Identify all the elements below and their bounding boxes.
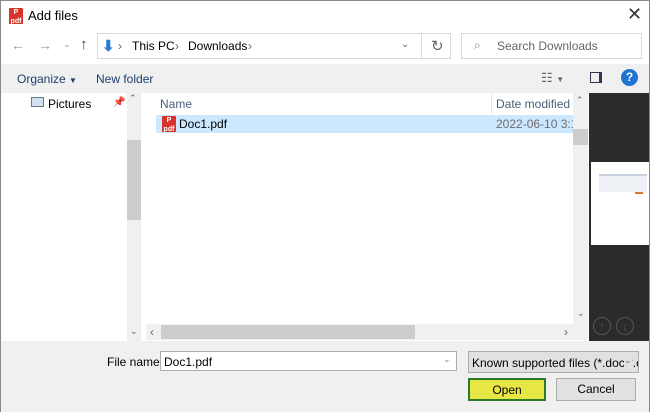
new-folder-button[interactable]: New folder (96, 72, 153, 86)
preview-page-thumbnail (591, 162, 649, 245)
dropdown-icon: ▼ (69, 76, 77, 85)
pdf-file-icon: Ppdf (162, 116, 176, 133)
toolbar: Organize ▼ New folder ☷ ▼ ? (1, 64, 649, 93)
breadcrumb-chevron-icon: › (118, 39, 122, 53)
column-header-date[interactable]: Date modified (496, 97, 570, 111)
open-button[interactable]: Open (468, 378, 546, 401)
search-input[interactable]: ⌕ Search Downloads (461, 33, 642, 59)
refresh-icon[interactable]: ↻ (431, 37, 444, 55)
search-placeholder: Search Downloads (497, 39, 598, 53)
cancel-button[interactable]: Cancel (556, 378, 636, 401)
organize-label: Organize (17, 72, 66, 86)
organize-button[interactable]: Organize ▼ (17, 72, 77, 86)
preview-pane-icon[interactable] (590, 72, 602, 83)
forward-icon[interactable]: → (38, 37, 52, 53)
view-options-icon[interactable]: ☷ ▼ (541, 70, 564, 86)
file-name-input[interactable]: Doc1.pdf ⌄ (160, 351, 457, 371)
next-page-icon[interactable]: ↓ (616, 317, 634, 335)
up-icon[interactable]: ↑ (80, 36, 88, 53)
breadcrumb-chevron-icon[interactable]: › (248, 39, 252, 53)
divider (421, 34, 422, 58)
prev-page-icon[interactable]: ↑ (593, 317, 611, 335)
divider (491, 93, 492, 114)
address-dropdown-icon[interactable]: ⌄ (401, 39, 409, 50)
recent-chevron-icon[interactable]: ⌄ (63, 39, 71, 50)
file-type-select[interactable]: Known supported files (*.doc *.c ⌄ (468, 351, 639, 373)
scroll-up-icon[interactable]: ⌃ (129, 93, 137, 104)
downloads-icon: ⬇ (102, 38, 115, 55)
search-icon: ⌕ (474, 38, 481, 52)
breadcrumb-chevron-icon: › (175, 39, 179, 53)
file-name-value: Doc1.pdf (164, 355, 213, 369)
scrollbar-thumb[interactable] (573, 129, 588, 145)
pictures-icon (31, 97, 44, 107)
scrollbar-thumb[interactable] (127, 140, 141, 220)
app-pdf-icon: Ppdf (9, 8, 23, 25)
scroll-up-icon[interactable]: ⌃ (576, 95, 584, 106)
scrollbar-thumb[interactable] (161, 325, 415, 339)
file-list-hscrollbar[interactable]: ‹ › (146, 324, 588, 340)
file-type-value: Known supported files (*.doc *.c (472, 356, 639, 370)
dropdown-icon: ⌄ (624, 355, 632, 366)
file-name: Doc1.pdf (179, 117, 228, 131)
scroll-right-icon[interactable]: › (564, 325, 568, 339)
close-icon[interactable]: ✕ (627, 4, 642, 25)
dropdown-icon[interactable]: ⌄ (443, 354, 451, 365)
file-name-label: File name: (107, 355, 164, 369)
add-files-dialog: Ppdf Add files ✕ ← → ⌄ ↑ ⬇ › This PC › D… (0, 0, 650, 412)
file-list-vscrollbar[interactable]: ⌃ ⌄ (573, 93, 588, 324)
back-icon[interactable]: ← (11, 37, 25, 53)
address-bar[interactable]: ⬇ › This PC › Downloads › ⌄ ↻ (97, 33, 451, 59)
pin-icon: 📌 (113, 97, 126, 108)
breadcrumb-downloads[interactable]: Downloads (188, 39, 247, 53)
preview-pane: ↑ ↓ (589, 93, 649, 341)
help-icon[interactable]: ? (621, 69, 638, 86)
file-date: 2022-06-10 3:11 (496, 117, 573, 131)
scroll-left-icon[interactable]: ‹ (150, 325, 154, 339)
thumbnail-content (635, 192, 643, 194)
nav-item-pictures[interactable]: Pictures (48, 97, 91, 111)
thumbnail-content (599, 174, 647, 192)
dialog-title: Add files (28, 8, 78, 23)
bottom-panel: File name: Doc1.pdf ⌄ Known supported fi… (1, 341, 649, 412)
scroll-down-icon[interactable]: ⌄ (130, 326, 138, 337)
column-header-name[interactable]: Name (160, 97, 192, 111)
file-row[interactable]: Ppdf Doc1.pdf 2022-06-10 3:11 (156, 115, 573, 133)
scroll-down-icon[interactable]: ⌄ (577, 308, 585, 319)
breadcrumb-this-pc[interactable]: This PC (132, 39, 175, 53)
nav-scrollbar[interactable]: ⌃ ⌄ (127, 93, 141, 341)
